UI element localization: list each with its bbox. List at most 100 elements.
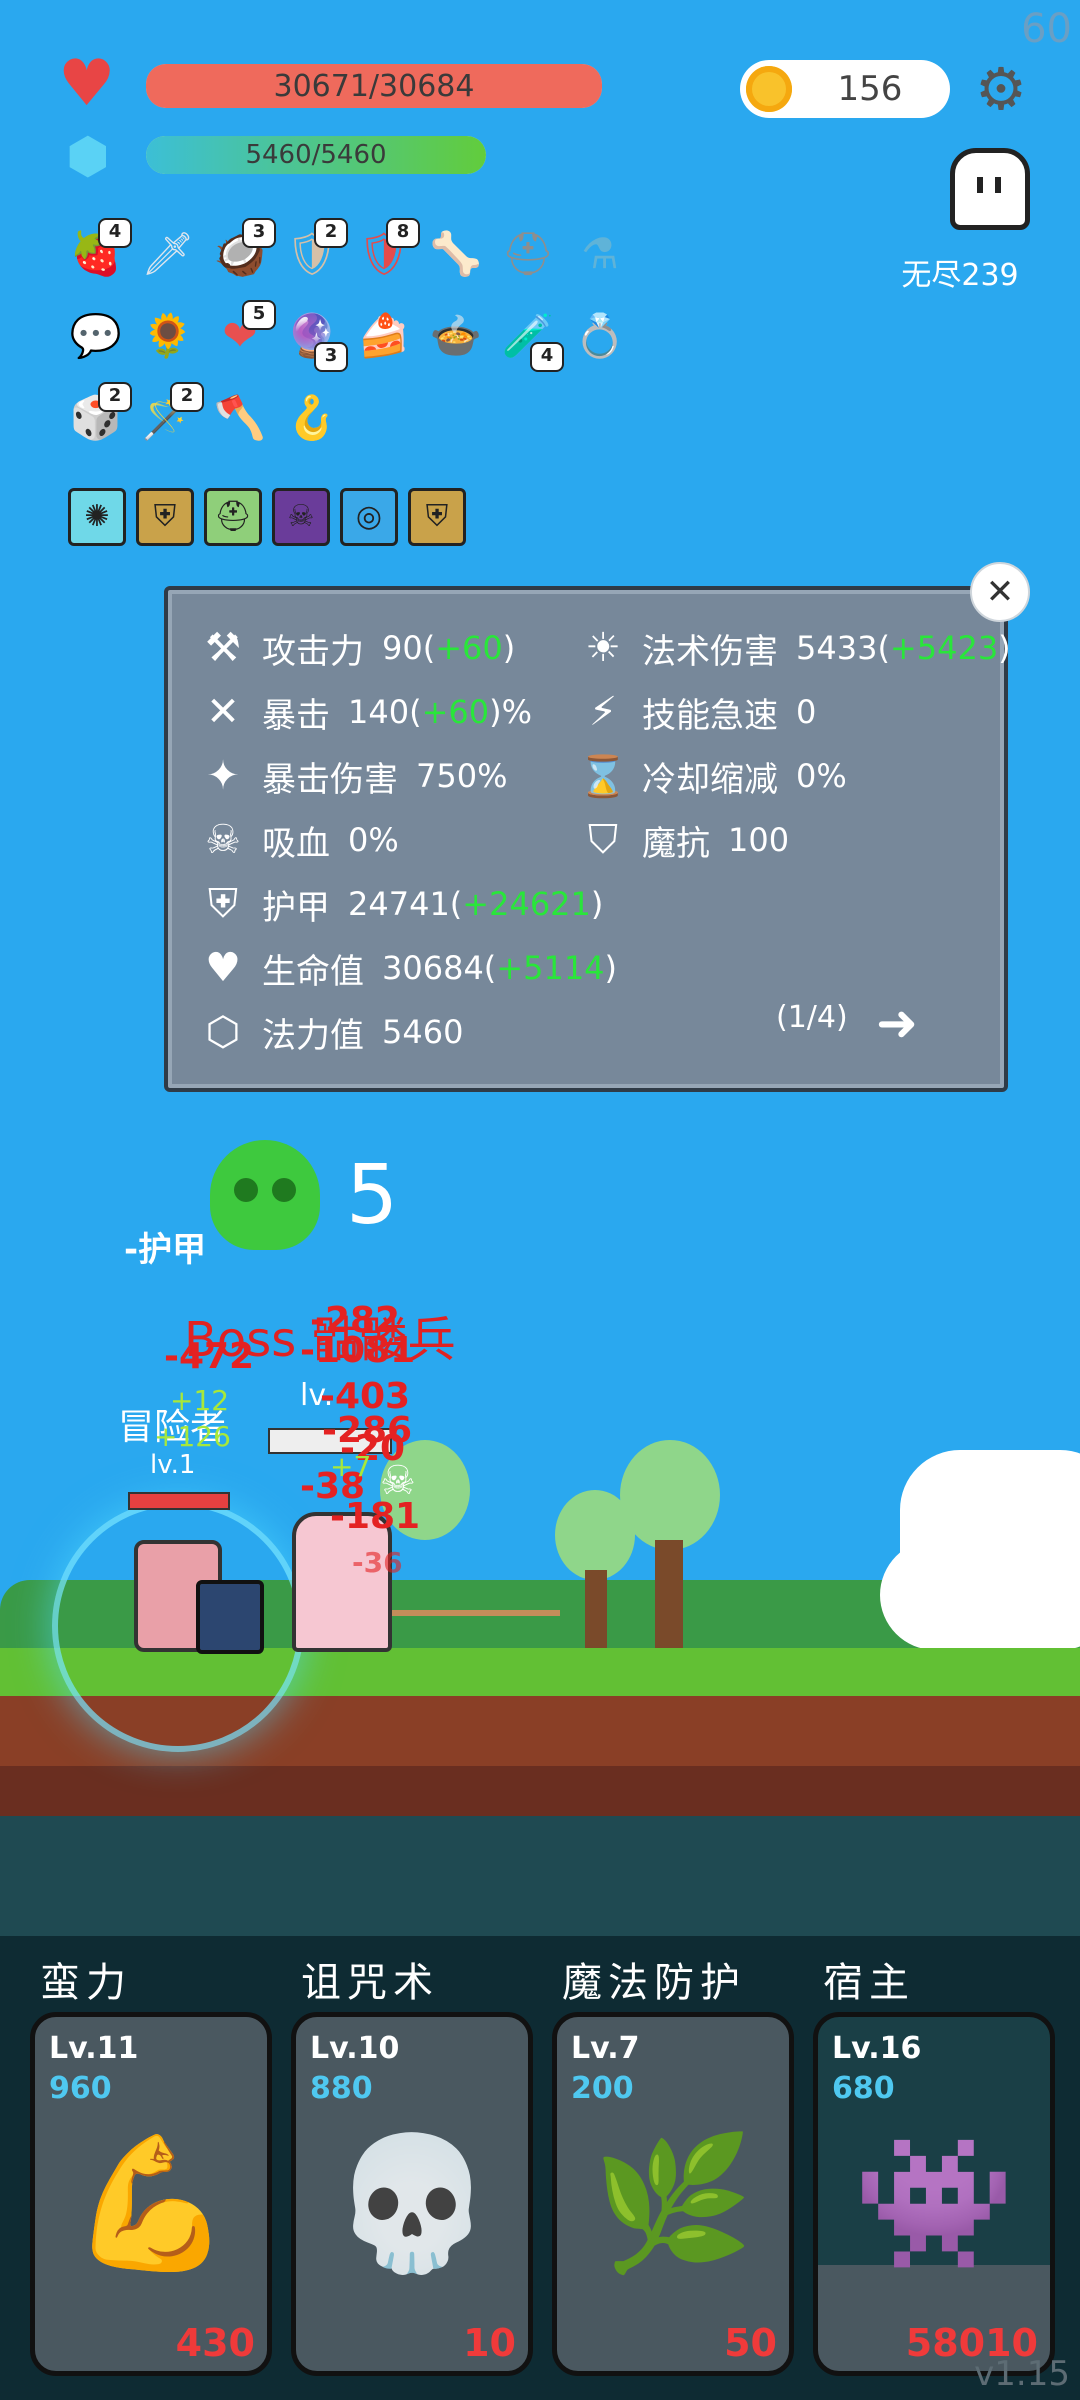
- tree-trunk: [655, 1540, 683, 1650]
- bone-icon[interactable]: 🦴: [426, 224, 486, 284]
- fps-counter: 60: [1021, 6, 1072, 52]
- vortex-rune-icon[interactable]: ◎: [340, 488, 398, 546]
- hourglass-icon: ⌛: [578, 753, 628, 800]
- stat-label: 魔抗: [642, 823, 710, 864]
- mana-crystal-icon: ⬢: [66, 127, 110, 185]
- item-count-badge: 2: [314, 218, 348, 248]
- stat-value: 30684(+5114): [382, 949, 618, 987]
- skill-level: Lv.7: [571, 2031, 640, 2066]
- next-page-arrow-icon[interactable]: ➜: [876, 994, 918, 1052]
- version-label: v1.15: [974, 2354, 1070, 2394]
- player-shield-sprite: [196, 1580, 264, 1654]
- stat-value: 0: [796, 693, 817, 731]
- lifesteal-icon: ☠: [205, 817, 241, 863]
- skill-value: 430: [175, 2321, 255, 2365]
- tree: [555, 1490, 635, 1580]
- armor-rune-icon[interactable]: ⛨: [408, 488, 466, 546]
- stat-value: 0%: [348, 821, 399, 859]
- stat-row: ⛉ 魔抗 100: [578, 808, 1011, 872]
- stat-row: ♥ 生命值 30684(+5114): [198, 936, 617, 1000]
- crystal-ball-icon[interactable]: 🔮 3: [282, 306, 348, 372]
- stat-row: ✕ 暴击 140(+60)%: [198, 680, 617, 744]
- light-rune-icon[interactable]: ✺: [68, 488, 126, 546]
- coin-counter: 156: [740, 60, 950, 118]
- stat-value: 5460: [382, 1013, 464, 1051]
- armor-icon: ⛨: [208, 881, 238, 927]
- jam-jar-icon[interactable]: 🍓 4: [66, 218, 132, 284]
- sun-icon: ☀: [585, 625, 621, 671]
- skill-card[interactable]: Lv.7 200 🌿 50: [552, 2012, 794, 2376]
- dice-icon[interactable]: 🎲 2: [66, 382, 132, 448]
- hearts-icon[interactable]: ❤ 5: [210, 300, 276, 366]
- stat-label: 暴击伤害: [262, 759, 398, 800]
- damage-number: -181: [330, 1496, 421, 1537]
- hook-icon[interactable]: 🪝: [282, 388, 342, 448]
- round-shield-icon[interactable]: 🛡 2: [282, 218, 348, 284]
- water-strip: [0, 1816, 1080, 1936]
- stat-label: 护甲: [262, 887, 330, 928]
- speech-bubble-icon[interactable]: 💬: [66, 306, 126, 366]
- green-figure-icon[interactable]: 🧪 4: [498, 306, 564, 372]
- mp-bar: 5460/5460: [146, 136, 486, 174]
- stat-value: 90(+60): [382, 629, 516, 667]
- stat-row: ⚒ 攻击力 90(+60): [198, 616, 617, 680]
- cauldron-icon[interactable]: 🍲: [426, 306, 486, 366]
- stat-row: ⛨ 护甲 24741(+24621): [198, 872, 617, 936]
- skill-card[interactable]: Lv.16 680 👾 58010: [813, 2012, 1055, 2376]
- stat-bonus: +5114: [496, 949, 605, 987]
- potion-icon[interactable]: ⚗: [570, 224, 630, 284]
- stat-value: 5433(+5423): [796, 629, 1011, 667]
- hp-bar: 30671/30684: [146, 64, 602, 108]
- stats-right-column: ☀ 法术伤害 5433(+5423) ⚡ 技能急速 0 ⌛ 冷却缩减 0% ⛉ 魔抗 100: [578, 616, 1011, 872]
- coin-icon: [746, 66, 792, 112]
- skill-title: 蛮力: [40, 1960, 132, 2006]
- stat-row: ⬡ 法力值 5460: [198, 1000, 617, 1064]
- item-count-badge: 2: [170, 382, 204, 412]
- stat-label: 法力值: [262, 1015, 364, 1056]
- player-level: lv.1: [150, 1450, 196, 1480]
- red-shield-icon[interactable]: 🛡 8: [354, 218, 420, 284]
- ghost-mode-icon[interactable]: [950, 148, 1030, 230]
- stat-label: 技能急速: [642, 695, 778, 736]
- coconut-icon[interactable]: 🥥 3: [210, 218, 276, 284]
- heal-number: +7: [330, 1450, 372, 1483]
- tree-trunk: [585, 1570, 607, 1650]
- kill-skull-icon: [210, 1140, 320, 1250]
- item-count-badge: 3: [242, 218, 276, 248]
- player-hp-bar: [128, 1492, 230, 1510]
- muscle-arm-icon: 💪: [70, 2127, 232, 2279]
- eyeball-monster-icon: 👾: [853, 2127, 1015, 2279]
- stat-bonus: +60: [435, 629, 503, 667]
- magic-wand-icon[interactable]: 🪄 2: [138, 382, 204, 448]
- stat-value: 0%: [796, 757, 847, 795]
- crit-icon: ✕: [206, 689, 240, 735]
- heal-number: +126: [154, 1420, 231, 1453]
- close-button[interactable]: ✕: [970, 562, 1030, 622]
- skill-value: 10: [463, 2321, 516, 2365]
- hp-text: 30671/30684: [273, 68, 475, 104]
- flag-cake-icon[interactable]: 🍰: [354, 306, 414, 366]
- skill-card[interactable]: Lv.11 960 💪 430: [30, 2012, 272, 2376]
- sword-icon[interactable]: 🗡: [138, 224, 198, 284]
- stat-label: 暴击: [262, 695, 330, 736]
- skill-value: 50: [724, 2321, 777, 2365]
- settings-gear-icon[interactable]: ⚙: [970, 58, 1032, 120]
- stat-label: 攻击力: [262, 631, 364, 672]
- item-count-badge: 4: [530, 342, 564, 372]
- skill-cost: 880: [310, 2071, 373, 2106]
- skill-title: 宿主: [823, 1960, 915, 2006]
- skill-level: Lv.10: [310, 2031, 400, 2066]
- item-count-badge: 8: [386, 218, 420, 248]
- stat-label: 冷却缩减: [642, 759, 778, 800]
- item-count-badge: 2: [98, 382, 132, 412]
- shield-rune-icon[interactable]: ⛨: [136, 488, 194, 546]
- endless-mode-label: 无尽239: [901, 258, 1019, 293]
- demon-rune-icon[interactable]: ☠: [272, 488, 330, 546]
- skill-card[interactable]: Lv.10 880 💀 10: [291, 2012, 533, 2376]
- sunflower-icon[interactable]: 🌻: [138, 306, 198, 366]
- ring-icon[interactable]: 💍: [570, 306, 630, 366]
- helmet-rune-icon[interactable]: ⛑: [204, 488, 262, 546]
- battle-axe-icon[interactable]: 🪓: [210, 388, 270, 448]
- helmet-icon[interactable]: ⛑: [498, 224, 558, 284]
- skill-level: Lv.11: [49, 2031, 139, 2066]
